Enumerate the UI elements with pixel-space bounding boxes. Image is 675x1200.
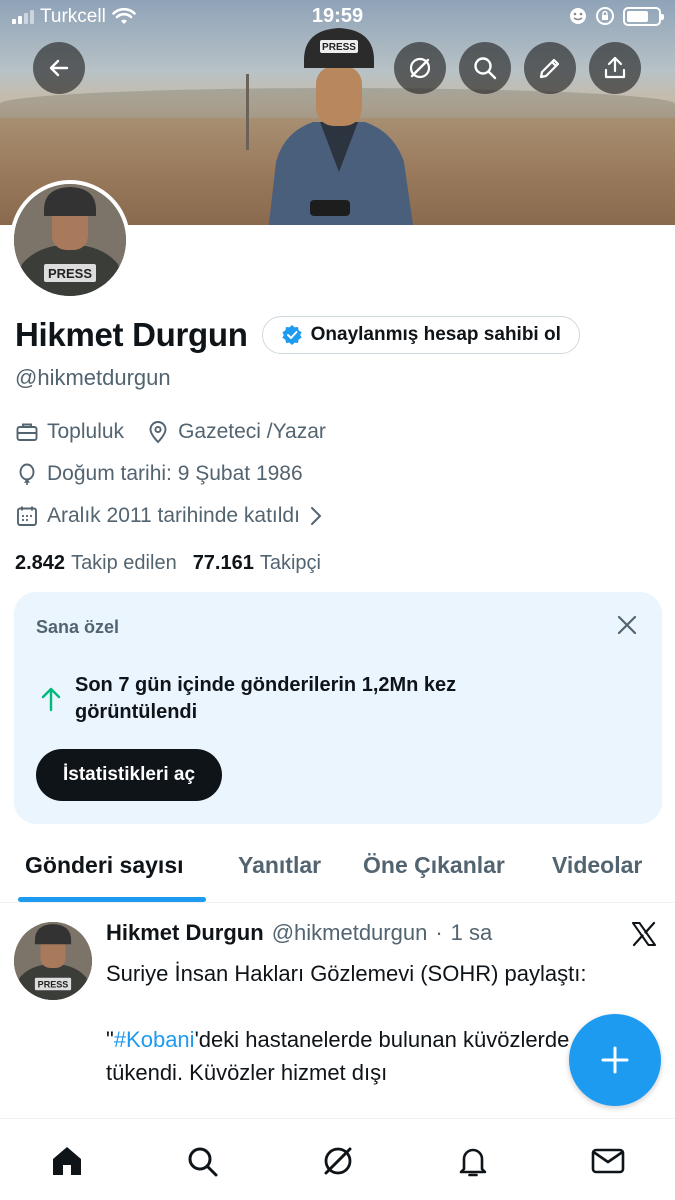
following-count: 2.842 [15,552,66,574]
banner-press-label: PRESS [322,42,356,53]
verified-badge-icon [282,325,302,345]
tab-videos[interactable]: Videolar [552,852,642,879]
tab-replies[interactable]: Yanıtlar [238,852,321,879]
followers-label: Takipçi [259,552,321,574]
x-logo-icon [632,921,656,947]
profile-meta-row-2: Doğum tarihi: 9 Şubat 1986 [15,462,303,486]
profile-tabs: Gönderi sayısı Yanıtlar Öne Çıkanlar Vid… [0,838,675,903]
followers-link[interactable]: 77.161 Takipçi [193,552,321,575]
bell-icon [459,1148,487,1177]
nav-messages[interactable] [588,1141,628,1181]
insight-card: Sana özel Son 7 gün içinde gönderilerin … [14,592,662,824]
tweet-quote-open: " [106,1027,114,1052]
nav-notifications[interactable] [453,1141,493,1181]
tweet-avatar[interactable]: PRESS [14,922,92,1000]
calendar-icon [17,506,37,526]
nav-home[interactable] [47,1141,87,1181]
tweet-time[interactable]: 1 sa [451,920,493,946]
profile-avatar[interactable]: PRESS [10,180,130,300]
bottom-navigation [0,1118,675,1200]
active-tab-indicator [18,897,206,902]
briefcase-icon [16,423,38,441]
tweet-header: Hikmet Durgun @hikmetdurgun · 1 sa [106,920,492,946]
tweet-author-handle[interactable]: @hikmetdurgun [272,920,428,946]
avatar-photo: PRESS [14,184,126,296]
face-icon [570,8,586,24]
tweet-author-name[interactable]: Hikmet Durgun [106,920,264,946]
search-icon [474,57,497,80]
close-icon[interactable] [616,614,638,636]
profile-name: Hikmet Durgun [15,316,248,353]
banner-photo-person: PRESS [268,28,413,225]
tab-highlights[interactable]: Öne Çıkanlar [363,852,505,879]
avatar-press-label: PRESS [48,266,92,281]
chevron-right-icon [310,507,321,525]
status-bar: Turkcell 19:59 [0,0,675,34]
tweet-separator: · [435,920,443,945]
banner-pole [246,74,249,150]
profile-location: Gazeteci /Yazar [178,420,326,443]
grok-icon [324,1147,352,1175]
back-button[interactable] [33,42,85,94]
tab-posts[interactable]: Gönderi sayısı [25,852,184,879]
get-verified-button[interactable]: Onaylanmış hesap sahibi ol [261,316,580,354]
nav-grok[interactable] [318,1141,358,1181]
profile-birthday: Doğum tarihi: 9 Şubat 1986 [47,462,303,485]
grok-button[interactable] [394,42,446,94]
search-button[interactable] [459,42,511,94]
arrow-up-icon [41,687,61,712]
get-verified-label: Onaylanmış hesap sahibi ol [310,324,561,345]
profile-joined: Aralık 2011 tarihinde katıldı [47,504,300,527]
share-button[interactable] [589,42,641,94]
location-icon [149,421,167,444]
followers-count: 77.161 [192,552,254,574]
balloon-icon [19,463,35,485]
pencil-icon [539,58,560,79]
nav-search[interactable] [182,1141,222,1181]
profile-handle: @hikmetdurgun [15,365,171,390]
rotation-lock-icon [596,7,614,25]
tweet-hashtag[interactable]: #Kobani [114,1027,195,1052]
battery-icon [623,6,664,26]
name-row: Hikmet Durgun Onaylanmış hesap sahibi ol [15,316,580,354]
mail-icon [591,1148,625,1174]
plus-icon [601,1046,629,1074]
status-right [569,6,664,26]
tweet-avatar-photo: PRESS [14,922,92,1000]
following-label: Takip edilen [71,552,177,574]
compose-button[interactable] [569,1014,661,1106]
insight-card-label: Sana özel [36,617,120,637]
profile-joined-row[interactable]: Aralık 2011 tarihinde katıldı [15,504,324,528]
share-icon [604,56,626,79]
open-analytics-button[interactable]: İstatistikleri aç [36,749,223,801]
grok-icon [409,57,431,79]
profile-meta-row-1: Topluluk Gazeteci /Yazar [15,420,326,444]
profile-category: Topluluk [47,420,125,443]
following-link[interactable]: 2.842 Takip edilen [15,552,177,575]
follow-stats: 2.842 Takip edilen 77.161 Takipçi [15,552,321,575]
edit-button[interactable] [524,42,576,94]
arrow-left-icon [49,59,69,77]
tweet-avatar-press-label: PRESS [38,979,69,989]
home-icon [53,1147,81,1175]
insight-card-message: Son 7 gün içinde gönderilerin 1,2Mn kez … [75,674,457,723]
search-icon [188,1147,218,1177]
tweet-line-1: Suriye İnsan Hakları Gözlemevi (SOHR) pa… [106,961,587,986]
